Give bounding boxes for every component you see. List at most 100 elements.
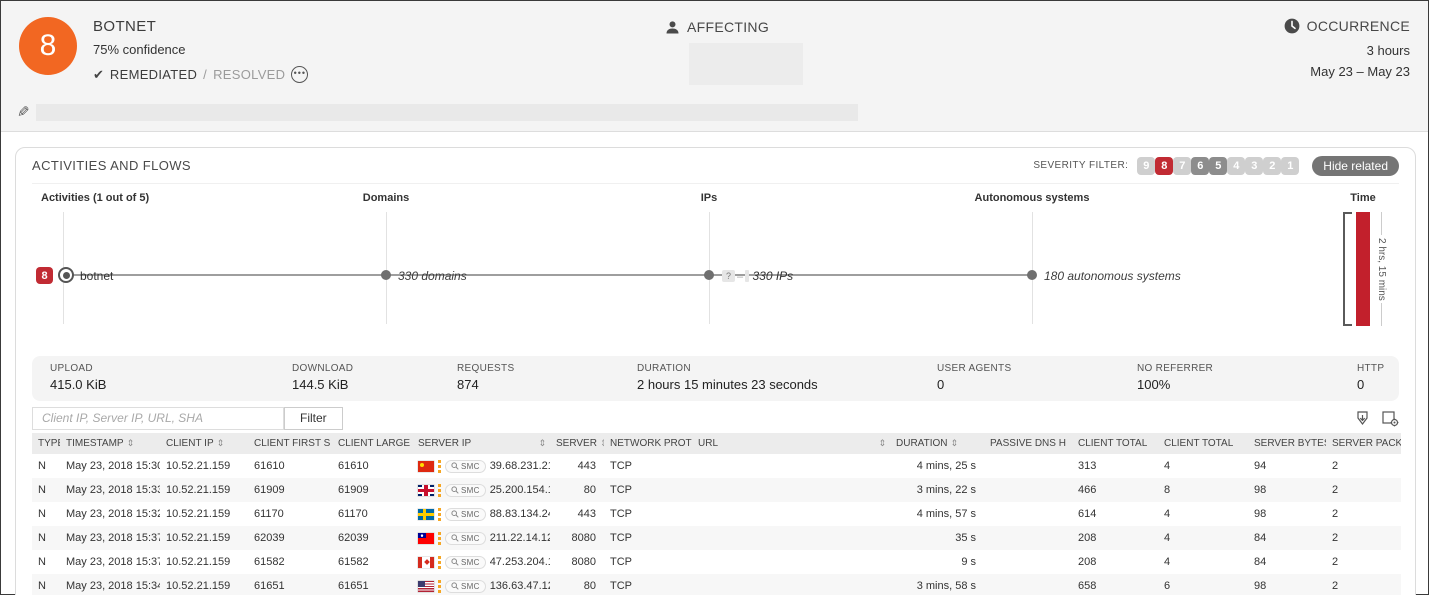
country-flag-icon-gb <box>418 485 434 496</box>
filter-button[interactable]: Filter <box>284 407 343 430</box>
cell-server_bytes: 98 <box>1248 574 1326 595</box>
col-header-url[interactable]: URL⇕ <box>692 433 890 454</box>
edit-pencil-icon[interactable]: ✎ <box>17 103 30 121</box>
severity-badge-5[interactable]: 5 <box>1209 157 1227 175</box>
severity-badge-9[interactable]: 9 <box>1137 157 1155 175</box>
cell-timestamp: May 23, 2018 15:34:0 <box>60 574 160 595</box>
sort-icon[interactable]: ⇕ <box>217 438 225 448</box>
table-row[interactable]: NMay 23, 2018 15:37:010.52.21.1596203962… <box>32 526 1401 550</box>
sort-icon[interactable]: ⇕ <box>127 438 135 448</box>
col-header-client_total: CLIENT TOTAL <box>1072 433 1158 454</box>
table-settings-icon[interactable] <box>1381 410 1399 427</box>
time-label-wrap: 2 hrs, 15 mins <box>1376 212 1387 326</box>
more-options-icon[interactable]: ••• <box>291 66 308 83</box>
stat-label: REQUESTS <box>457 363 637 374</box>
download-icon[interactable] <box>1354 410 1371 427</box>
flow-gridline-as <box>1032 212 1033 324</box>
affecting-block: AFFECTING <box>665 19 769 35</box>
affecting-label: AFFECTING <box>687 19 769 35</box>
col-header-client_ip[interactable]: CLIENT IP⇕ <box>160 433 248 454</box>
col-header-duration[interactable]: DURATION⇕ <box>890 433 984 454</box>
cell-duration: 4 mins, 57 s <box>890 502 984 526</box>
ips-count-label[interactable]: 330 IPs <box>752 269 793 283</box>
as-count-label[interactable]: 180 autonomous systems <box>1044 269 1181 283</box>
sort-icon[interactable]: ⇕ <box>878 438 886 449</box>
hide-related-button[interactable]: Hide related <box>1312 156 1399 176</box>
cell-client_large: 61610 <box>332 454 412 478</box>
cell-server_port: 443 <box>550 454 604 478</box>
smc-lookup-badge[interactable]: SMC <box>445 460 486 473</box>
severity-filter-badges: 987654321 <box>1137 156 1299 175</box>
time-activity-bar[interactable] <box>1356 212 1370 326</box>
sort-icon[interactable]: ⇕ <box>600 438 604 448</box>
cell-server_ip: SMC 136.63.47.121 <box>412 574 550 595</box>
incident-title-block: BOTNET 75% confidence ✔ REMEDIATED / RES… <box>93 18 308 83</box>
table-row[interactable]: NMay 23, 2018 15:34:010.52.21.1596165161… <box>32 574 1401 595</box>
cell-server_packets: 2 <box>1326 526 1401 550</box>
table-row[interactable]: NMay 23, 2018 15:32:310.52.21.1596117061… <box>32 502 1401 526</box>
as-node-dot[interactable] <box>1027 270 1037 280</box>
stat-value: 144.5 KiB <box>292 377 457 392</box>
cell-protocol: TCP <box>604 550 692 574</box>
stat-value: 100% <box>1137 377 1357 392</box>
affected-user-redacted[interactable] <box>689 43 803 85</box>
server-ip-text[interactable]: 211.22.14.121 <box>490 532 550 544</box>
cell-duration: 3 mins, 58 s <box>890 574 984 595</box>
domains-node-dot[interactable] <box>381 270 391 280</box>
smc-lookup-badge[interactable]: SMC <box>445 508 486 521</box>
server-ip-text[interactable]: 136.63.47.121 <box>490 580 550 592</box>
threat-dots-icon <box>438 532 441 545</box>
stat-label: UPLOAD <box>50 363 292 374</box>
col-header-server_ip[interactable]: SERVER IP⇕ <box>412 433 550 454</box>
severity-badge-6[interactable]: 6 <box>1191 157 1209 175</box>
stat-duration: DURATION2 hours 15 minutes 23 seconds <box>637 363 937 392</box>
resolved-label[interactable]: RESOLVED <box>213 67 285 82</box>
sort-icon[interactable]: ⇕ <box>950 438 958 448</box>
severity-badge-7[interactable]: 7 <box>1173 157 1191 175</box>
server-ip-text[interactable]: 88.83.134.248 <box>490 508 550 520</box>
ips-empty-badge[interactable] <box>745 270 749 282</box>
note-field-redacted[interactable] <box>36 104 858 121</box>
threat-dots-icon <box>438 484 441 497</box>
threat-dots-icon <box>438 508 441 521</box>
cell-passive_dns <box>984 454 1072 478</box>
stat-http: HTTP0 <box>1357 363 1384 392</box>
smc-lookup-badge[interactable]: SMC <box>445 484 486 497</box>
severity-badge-2[interactable]: 2 <box>1263 157 1281 175</box>
unknown-ips-badge[interactable]: ? <box>722 270 735 282</box>
cell-client_first: 61582 <box>248 550 332 574</box>
col-header-timestamp[interactable]: TIMESTAMP⇕ <box>60 433 160 454</box>
flow-col-ips: IPs <box>701 192 718 204</box>
occurrence-label: OCCURRENCE <box>1307 18 1410 34</box>
magnifier-icon <box>451 486 459 494</box>
activities-and-flows-card: ACTIVITIES AND FLOWS SEVERITY FILTER: 98… <box>15 147 1416 595</box>
stat-value: 874 <box>457 377 637 392</box>
cell-client_total2: 8 <box>1158 478 1248 502</box>
stat-value: 2 hours 15 minutes 23 seconds <box>637 377 937 392</box>
server-ip-text[interactable]: 39.68.231.215 <box>490 460 550 472</box>
ips-node-dot[interactable] <box>704 270 714 280</box>
stat-label: DOWNLOAD <box>292 363 457 374</box>
activity-bullseye-icon[interactable] <box>58 267 74 283</box>
filter-input[interactable] <box>32 407 284 430</box>
severity-badge-3[interactable]: 3 <box>1245 157 1263 175</box>
col-header-server_port[interactable]: SERVER⇕ <box>550 433 604 454</box>
sort-icon[interactable]: ⇕ <box>538 438 546 449</box>
domains-count-label[interactable]: 330 domains <box>398 269 467 283</box>
cell-passive_dns <box>984 550 1072 574</box>
server-ip-text[interactable]: 25.200.154.117 <box>490 484 550 496</box>
table-row[interactable]: NMay 23, 2018 15:37:410.52.21.1596158261… <box>32 550 1401 574</box>
smc-lookup-badge[interactable]: SMC <box>445 556 486 569</box>
remediated-label[interactable]: REMEDIATED <box>110 67 197 82</box>
severity-badge-8[interactable]: 8 <box>1155 157 1173 175</box>
smc-lookup-badge[interactable]: SMC <box>445 580 486 593</box>
severity-badge-4[interactable]: 4 <box>1227 157 1245 175</box>
smc-lookup-badge[interactable]: SMC <box>445 532 486 545</box>
table-row[interactable]: NMay 23, 2018 15:30:510.52.21.1596161061… <box>32 454 1401 478</box>
activity-label[interactable]: botnet <box>80 269 113 283</box>
severity-badge-1[interactable]: 1 <box>1281 157 1299 175</box>
time-bracket <box>1343 212 1352 326</box>
col-header-passive_dns: PASSIVE DNS H <box>984 433 1072 454</box>
server-ip-text[interactable]: 47.253.204.130 <box>490 556 550 568</box>
table-row[interactable]: NMay 23, 2018 15:33:410.52.21.1596190961… <box>32 478 1401 502</box>
